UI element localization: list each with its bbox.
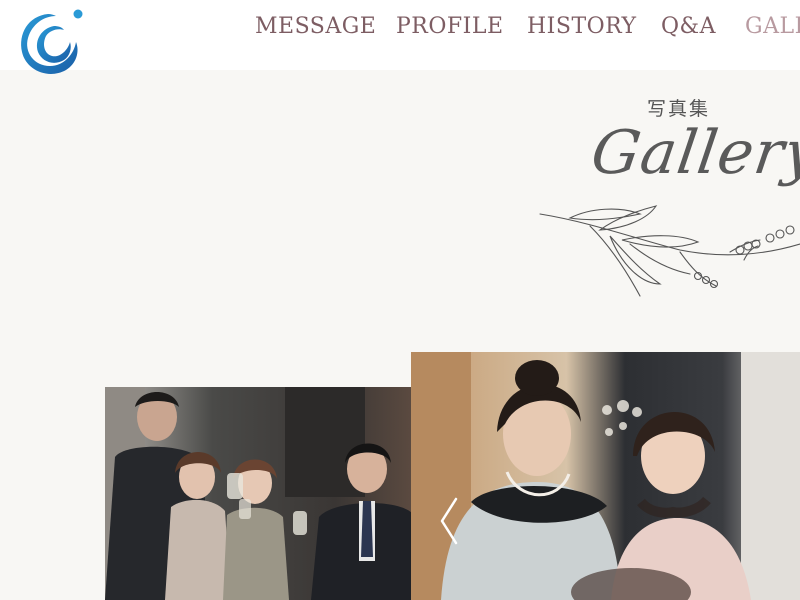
gallery-subtitle: 写真集	[647, 98, 711, 120]
gallery-title: Gallery	[587, 118, 800, 188]
gallery-photo-women[interactable]	[411, 352, 800, 600]
site-header: MESSAGE PROFILE HISTORY Q&A GALL	[0, 0, 800, 74]
gallery-heading: 写真集 Gallery	[530, 92, 800, 312]
nav-item-message[interactable]: MESSAGE	[255, 14, 376, 39]
lavender-branch-illustration	[539, 205, 800, 297]
gallery-photo-toast[interactable]	[105, 387, 412, 600]
carousel-prev-chevron-left-icon[interactable]	[438, 495, 460, 547]
nav-item-history[interactable]: HISTORY	[527, 14, 637, 39]
nav-item-qa[interactable]: Q&A	[661, 14, 716, 39]
nav-item-profile[interactable]: PROFILE	[396, 14, 504, 39]
nav-item-gallery[interactable]: GALL	[745, 14, 800, 39]
brand-logo-icon[interactable]	[14, 8, 86, 80]
